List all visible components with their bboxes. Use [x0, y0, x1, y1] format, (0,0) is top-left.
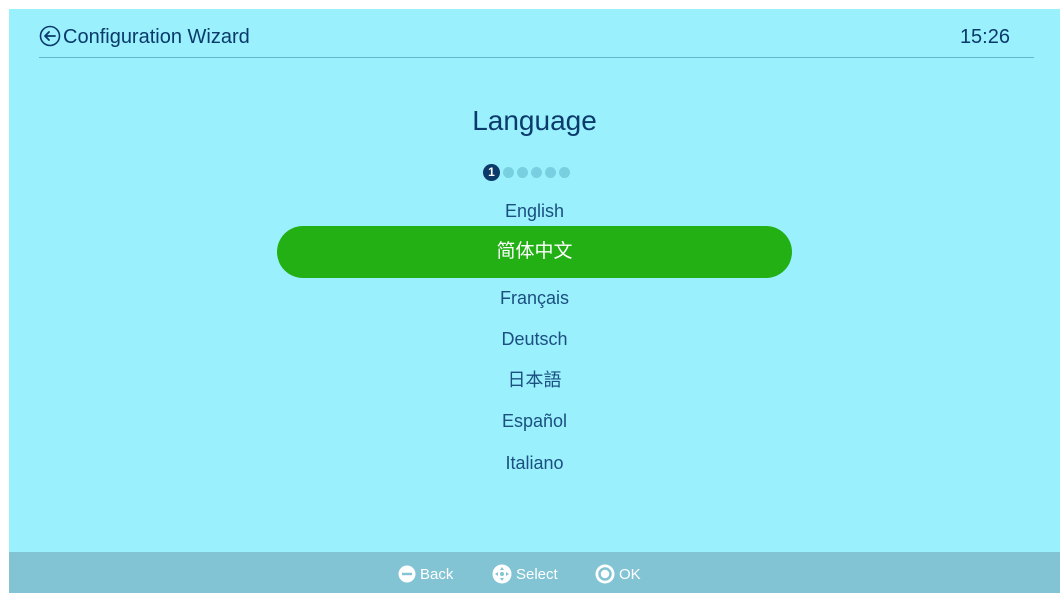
language-option-german[interactable]: Deutsch: [277, 321, 792, 357]
back-button-icon: [398, 565, 416, 583]
wizard-screen: Configuration Wizard 15:26 Language 1 En…: [9, 9, 1060, 593]
language-option-english[interactable]: English: [277, 193, 792, 229]
language-option-simplified-chinese[interactable]: 简体中文: [277, 226, 792, 278]
language-option-italian[interactable]: Italiano: [277, 445, 792, 481]
language-option-spanish[interactable]: Español: [277, 403, 792, 439]
language-option-french[interactable]: Français: [277, 280, 792, 316]
select-hint-label: Select: [516, 565, 558, 583]
footer-hint-bar: Back Select OK: [9, 552, 1060, 593]
back-hint[interactable]: Back: [398, 564, 453, 584]
ok-hint-label: OK: [619, 565, 641, 583]
back-hint-label: Back: [420, 565, 454, 583]
ok-hint[interactable]: OK: [595, 564, 641, 584]
language-list: English 简体中文 Français Deutsch 日本語 Españo…: [9, 9, 1060, 593]
select-hint[interactable]: Select: [492, 564, 558, 584]
dpad-icon: [492, 564, 512, 584]
language-option-japanese[interactable]: 日本語: [277, 362, 792, 398]
ok-button-icon: [595, 564, 615, 584]
